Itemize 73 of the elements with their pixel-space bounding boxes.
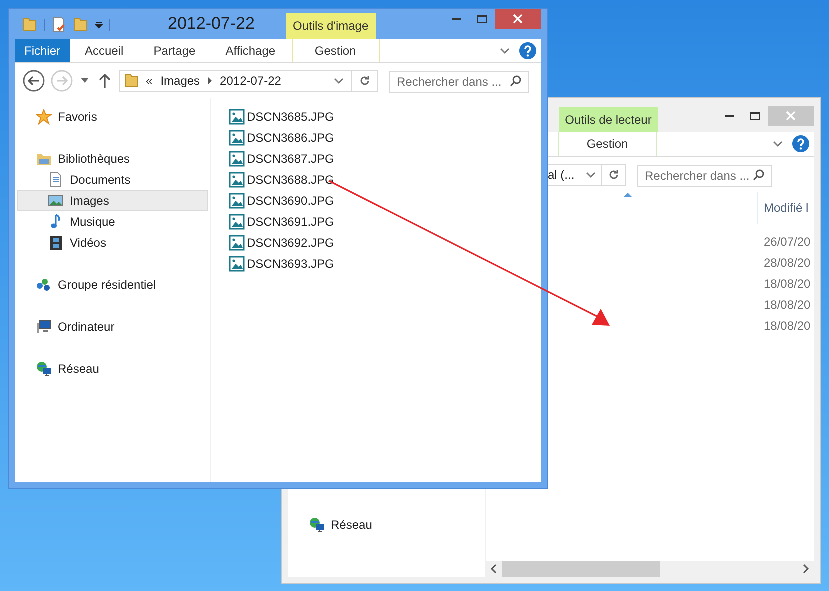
search-field[interactable]: Rechercher dans ... <box>389 70 529 92</box>
file-item[interactable]: DSCN3686.JPG <box>229 127 334 148</box>
document-icon <box>48 172 64 188</box>
file-item[interactable]: DSCN3690.JPG <box>229 190 334 211</box>
nav-item[interactable]: Documents <box>17 169 208 190</box>
film-icon <box>48 234 64 250</box>
ribbon-tab[interactable]: Partage <box>138 39 211 62</box>
nav-item[interactable]: Ordinateur <box>17 316 208 337</box>
file-item[interactable]: DSCN3688.JPG <box>229 169 334 190</box>
image-file-icon <box>229 234 245 250</box>
context-tab-label: Outils d'image <box>286 13 376 39</box>
breadcrumb-overflow[interactable]: « <box>146 72 153 90</box>
window-title: 2012-07-22 <box>168 13 255 36</box>
recent-dropdown-icon[interactable] <box>81 78 89 83</box>
up-arrow-icon[interactable] <box>99 74 111 88</box>
ribbon-tab[interactable]: Affichage <box>210 39 291 62</box>
ribbon-tab[interactable]: Gestion <box>558 132 657 156</box>
nav-item[interactable]: Groupe résidentiel <box>17 274 208 295</box>
image-file-icon <box>229 172 245 188</box>
refresh-icon[interactable] <box>358 74 370 86</box>
image-file-icon <box>229 130 245 146</box>
image-file-icon <box>229 192 245 208</box>
date-cell-text: 18/08/20 <box>764 297 812 314</box>
image-file-icon <box>229 214 245 230</box>
image-file-icon <box>229 150 245 166</box>
ribbon-tab[interactable]: Gestion <box>292 39 380 62</box>
star-icon <box>36 108 52 124</box>
date-cell-text: 18/08/20 <box>764 276 812 293</box>
help-icon[interactable] <box>792 135 810 153</box>
nav-item[interactable]: Favoris <box>17 106 208 127</box>
nav-item[interactable]: Images <box>17 190 208 211</box>
file-item[interactable]: DSCN3685.JPG <box>229 106 334 127</box>
address-bar[interactable]: « Images 2012-07-22 <box>119 70 378 92</box>
ribbon-tab[interactable]: Fichier <box>15 39 70 62</box>
close-icon <box>786 111 796 121</box>
dropdown-icon[interactable] <box>95 21 103 29</box>
image-file-icon <box>229 256 245 272</box>
file-item[interactable]: DSCN3692.JPG <box>229 232 334 253</box>
sort-arrow-icon <box>624 193 632 197</box>
image-file-icon <box>229 108 245 124</box>
close-icon <box>513 14 523 24</box>
network-icon <box>36 360 52 376</box>
search-icon[interactable] <box>510 74 522 86</box>
nav-item[interactable]: Bibliothèques <box>17 148 208 169</box>
search-field[interactable]: Rechercher dans ... <box>637 164 772 186</box>
file-item[interactable]: DSCN3693.JPG <box>229 253 334 274</box>
close-button[interactable] <box>495 9 541 29</box>
nav-item[interactable]: Vidéos <box>17 232 208 253</box>
picture-icon <box>48 192 64 208</box>
column-header[interactable]: Modifié l <box>757 192 814 224</box>
folder-icon <box>124 72 140 88</box>
nav-item[interactable]: Réseau <box>17 358 208 379</box>
breadcrumb-item[interactable]: 2012-07-22 <box>220 72 282 90</box>
file-item[interactable]: DSCN3691.JPG <box>229 211 334 232</box>
nav-item[interactable]: Musique <box>17 211 208 232</box>
people-icon <box>36 276 52 292</box>
scrollbar-thumb[interactable] <box>502 561 660 577</box>
date-cell-text: 18/08/20 <box>764 318 812 335</box>
help-icon[interactable] <box>519 42 537 60</box>
breadcrumb-arrow-icon[interactable] <box>207 76 214 84</box>
date-cell-text: 28/08/20 <box>764 255 812 272</box>
properties-icon[interactable] <box>51 17 67 33</box>
network-icon <box>309 516 325 532</box>
back-button[interactable] <box>23 70 45 92</box>
nav-item[interactable]: Réseau <box>290 514 483 535</box>
date-cell-text: 26/07/20 <box>764 234 812 251</box>
search-icon[interactable] <box>753 168 765 180</box>
file-item[interactable]: DSCN3687.JPG <box>229 148 334 169</box>
refresh-icon[interactable] <box>608 168 620 180</box>
ribbon-tab[interactable]: Accueil <box>70 39 139 62</box>
breadcrumb-item[interactable]: Images <box>160 72 200 90</box>
computer-icon <box>36 318 52 334</box>
context-tab-label: Outils de lecteur <box>559 107 658 132</box>
